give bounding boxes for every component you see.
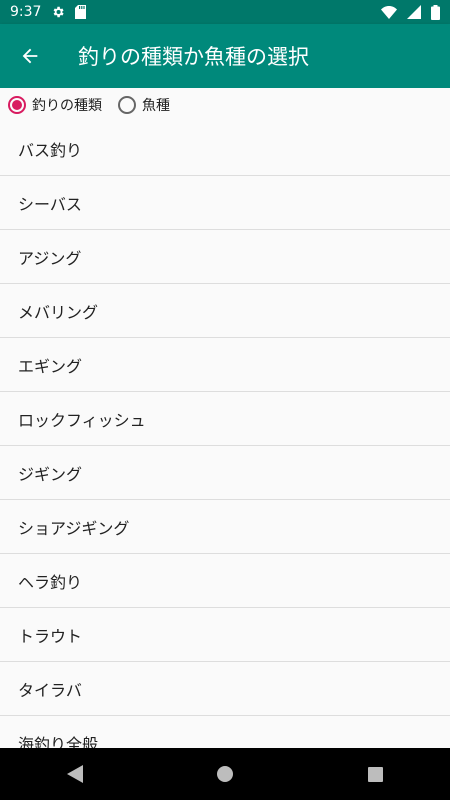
app-bar: 釣りの種類か魚種の選択 — [0, 24, 450, 88]
list-item[interactable]: シーバス — [0, 176, 450, 230]
page-title: 釣りの種類か魚種の選択 — [78, 45, 309, 69]
sdcard-icon — [75, 5, 87, 19]
list-item[interactable]: 海釣り全般 — [0, 716, 450, 748]
gear-icon — [51, 5, 65, 19]
list-item[interactable]: アジング — [0, 230, 450, 284]
nav-back-button[interactable] — [45, 748, 105, 800]
nav-home-button[interactable] — [195, 748, 255, 800]
home-circle-icon — [217, 766, 233, 782]
back-button[interactable] — [0, 24, 60, 88]
radio-fish-species[interactable]: 魚種 — [118, 95, 170, 115]
nav-recents-button[interactable] — [345, 748, 405, 800]
radio-checked-icon — [8, 96, 26, 114]
list-item[interactable]: タイラバ — [0, 662, 450, 716]
status-time: 9:37 — [10, 4, 42, 20]
battery-icon — [431, 4, 440, 20]
status-bar: 9:37 — [0, 0, 450, 24]
list-item[interactable]: バス釣り — [0, 122, 450, 176]
radio-label: 釣りの種類 — [32, 98, 102, 114]
recents-square-icon — [367, 766, 383, 782]
radio-fishing-type[interactable]: 釣りの種類 — [8, 95, 102, 115]
back-triangle-icon — [67, 765, 83, 783]
signal-icon — [407, 5, 421, 19]
list-item[interactable]: ショアジギング — [0, 500, 450, 554]
filter-radio-group: 釣りの種類 魚種 — [0, 88, 450, 122]
fishing-type-list[interactable]: バス釣り シーバス アジング メバリング エギング ロックフィッシュ ジギング … — [0, 122, 450, 748]
list-item[interactable]: ロックフィッシュ — [0, 392, 450, 446]
back-arrow-icon — [19, 45, 41, 67]
radio-label: 魚種 — [142, 98, 170, 114]
list-item[interactable]: メバリング — [0, 284, 450, 338]
wifi-icon — [381, 5, 397, 19]
list-item[interactable]: ヘラ釣り — [0, 554, 450, 608]
radio-unchecked-icon — [118, 96, 136, 114]
list-item[interactable]: エギング — [0, 338, 450, 392]
list-item[interactable]: ジギング — [0, 446, 450, 500]
system-nav-bar — [0, 748, 450, 800]
list-item[interactable]: トラウト — [0, 608, 450, 662]
